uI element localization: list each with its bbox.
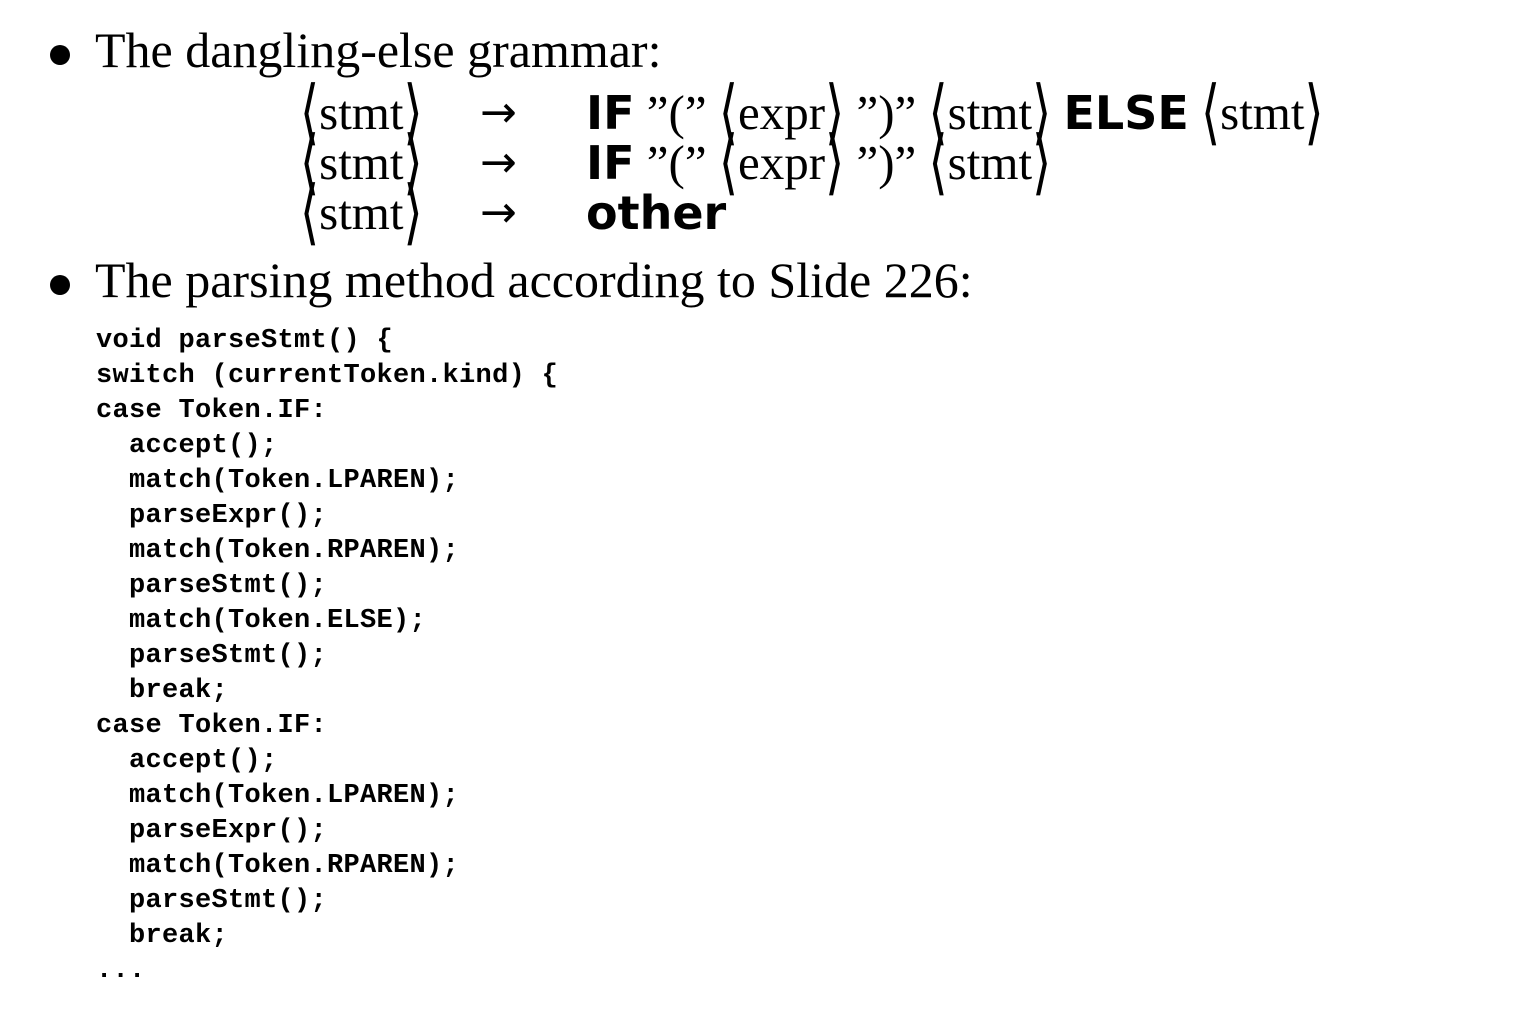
nonterminal-stmt: ⟨stmt⟩ [300,172,423,253]
code-line: ... [96,956,146,986]
rule-body: IF ”(” ⟨expr⟩ ”)” ⟨stmt⟩ [586,122,1052,203]
terminal-rparen: ”)” [856,85,917,140]
code-line: case Token.IF: [96,711,328,741]
bullet-icon [50,275,70,295]
arrow-symbol: → [480,137,517,188]
bullet-text: The dangling-else grammar: [95,22,662,78]
nonterminal-stmt: stmt [947,85,1033,140]
arrow-symbol: → [480,87,517,138]
code-line: match(Token.RPAREN); [96,536,460,566]
keyword-other: other [586,186,727,240]
keyword-else: ELSE [1063,86,1189,140]
code-line: match(Token.LPAREN); [96,781,460,811]
terminal-lparen: ”(” [646,85,707,140]
terminal-rparen: ”)” [856,135,917,190]
code-line: parseStmt(); [96,641,328,671]
arrow-symbol: → [480,187,517,238]
code-line: break; [96,921,229,951]
code-line: match(Token.LPAREN); [96,466,460,496]
code-line: parseStmt(); [96,886,328,916]
code-line: parseExpr(); [96,501,328,531]
bullet-text: The parsing method according to Slide 22… [95,252,973,308]
code-line: accept(); [96,431,278,461]
nonterminal-stmt: stmt [947,135,1033,190]
code-line: case Token.IF: [96,396,328,426]
code-line: match(Token.ELSE); [96,606,427,636]
bullet-icon [50,45,70,65]
nonterminal-expr: expr [738,85,826,140]
code-line: parseStmt(); [96,571,328,601]
code-line: break; [96,676,229,706]
code-block: void parseStmt() { switch (currentToken.… [96,324,558,989]
code-line: void parseStmt() { [96,326,394,356]
keyword-if: IF [586,136,635,190]
code-line: accept(); [96,746,278,776]
nonterminal-expr: expr [738,135,826,190]
code-line: switch (currentToken.kind) { [96,361,559,391]
rule-body: IF ”(” ⟨expr⟩ ”)” ⟨stmt⟩ ELSE ⟨stmt⟩ [586,72,1324,153]
nonterminal-stmt: stmt [1220,85,1305,140]
rule-body: other [586,188,726,238]
keyword-if: IF [586,86,635,140]
code-line: parseExpr(); [96,816,328,846]
terminal-lparen: ”(” [646,135,707,190]
code-line: match(Token.RPAREN); [96,851,460,881]
